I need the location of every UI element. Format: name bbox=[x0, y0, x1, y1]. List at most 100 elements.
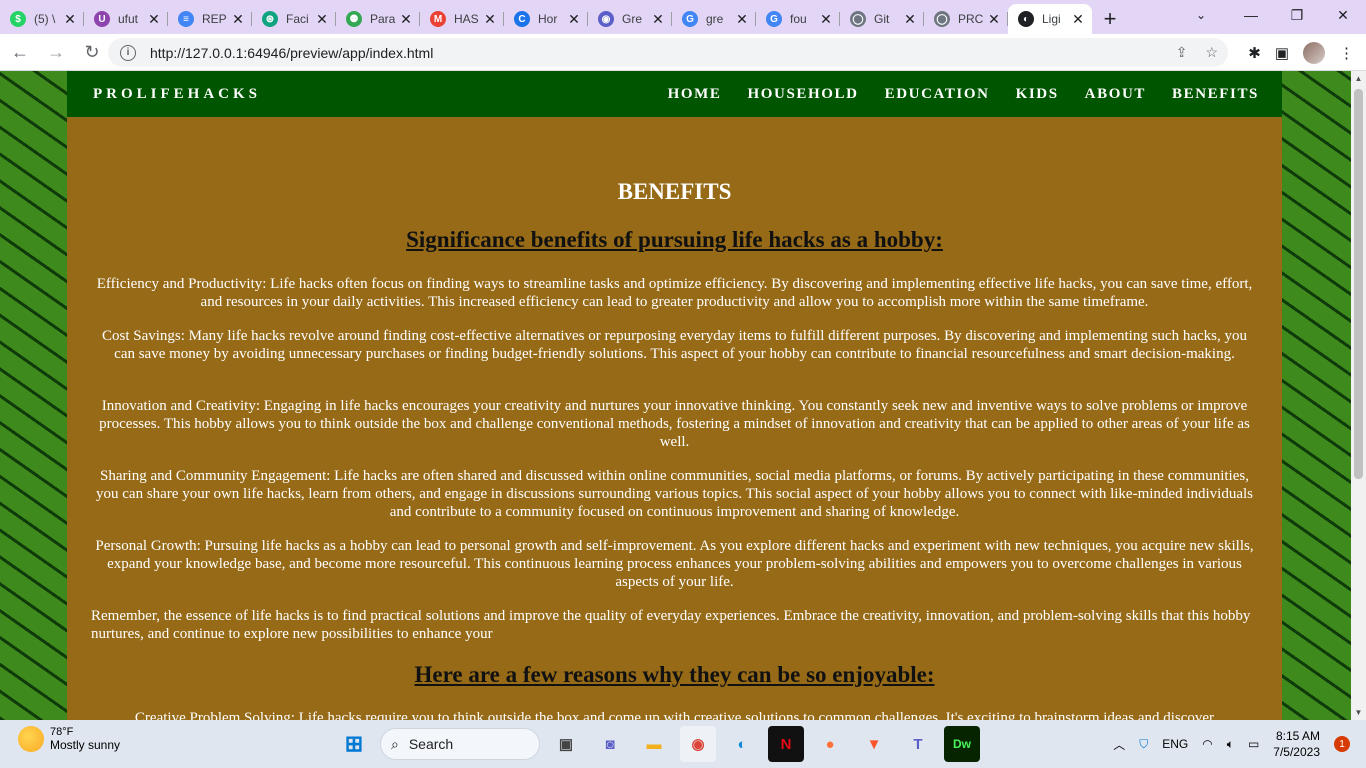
tab-favicon-icon: ◯ bbox=[934, 11, 950, 27]
system-tray: ︿ ⛉ ENG ◠ 🔈︎ ▭ 8:15 AM 7/5/2023 1 bbox=[1113, 720, 1350, 768]
tab-title: Git bbox=[874, 12, 890, 26]
taskbar-apps: ⊞ ⌕ Search ▣ ◙ ▬ ◉ ◐ N ● ▼ T Dw bbox=[336, 726, 980, 762]
paragraph-personal-growth: Personal Growth: Pursuing life hacks as … bbox=[95, 538, 1254, 590]
minimize-icon[interactable]: — bbox=[1228, 0, 1274, 30]
weather-widget[interactable]: 78°F Mostly sunny bbox=[18, 726, 120, 752]
security-shield-icon[interactable]: ⛉ bbox=[1139, 737, 1148, 752]
browser-tab[interactable]: Ggre ✕ bbox=[672, 4, 756, 34]
tab-close-icon[interactable]: ✕ bbox=[482, 11, 498, 28]
tab-close-icon[interactable]: ✕ bbox=[398, 11, 414, 28]
browser-tab[interactable]: ◯ Git ✕ bbox=[840, 4, 924, 34]
tab-favicon-icon: G bbox=[682, 11, 698, 27]
site-brand[interactable]: PROLIFEHACKS bbox=[93, 86, 261, 103]
tab-title: Para bbox=[370, 12, 396, 26]
tab-close-icon[interactable]: ✕ bbox=[986, 11, 1002, 28]
forward-icon[interactable]: → bbox=[40, 36, 72, 68]
tab-title: HAS bbox=[454, 12, 479, 26]
nav-kids[interactable]: KIDS bbox=[1016, 86, 1059, 103]
section-heading-enjoyable: Here are a few reasons why they can be s… bbox=[414, 662, 935, 687]
battery-icon[interactable]: ▭ bbox=[1248, 737, 1259, 751]
nav-benefits[interactable]: BENEFITS bbox=[1172, 86, 1259, 103]
tab-close-icon[interactable]: ✕ bbox=[314, 11, 330, 28]
chat-icon[interactable]: ◙ bbox=[592, 726, 628, 762]
browser-tab[interactable]: ◯ PRC ✕ bbox=[924, 4, 1008, 34]
file-explorer-icon[interactable]: ▬ bbox=[636, 726, 672, 762]
nav-education[interactable]: EDUCATION bbox=[885, 86, 990, 103]
profile-avatar[interactable] bbox=[1303, 41, 1325, 64]
tab-close-icon[interactable]: ✕ bbox=[734, 11, 750, 28]
tab-close-icon[interactable]: ✕ bbox=[902, 11, 918, 28]
browser-tab[interactable]: C Hor ✕ bbox=[504, 4, 588, 34]
close-window-icon[interactable]: ✕ bbox=[1320, 0, 1366, 30]
tab-title: Gre bbox=[622, 12, 643, 26]
page-title: BENEFITS bbox=[617, 179, 732, 204]
browser-tab[interactable]: $ (5) \ ✕ bbox=[0, 4, 84, 34]
url-text[interactable]: http://127.0.0.1:64946/preview/app/index… bbox=[150, 45, 433, 61]
browser-tab[interactable]: Uufut ✕ bbox=[84, 4, 168, 34]
browser-tab[interactable]: Gfou ✕ bbox=[756, 4, 840, 34]
menu-kebab-icon[interactable]: ⋮ bbox=[1339, 44, 1354, 62]
clock[interactable]: 8:15 AM 7/5/2023 bbox=[1273, 728, 1320, 760]
weather-condition: Mostly sunny bbox=[50, 738, 121, 752]
show-hidden-icons-chevron-icon[interactable]: ︿ bbox=[1113, 736, 1125, 753]
scroll-down-icon[interactable]: ▼ bbox=[1351, 705, 1366, 720]
tab-close-icon[interactable]: ✕ bbox=[566, 11, 582, 28]
new-tab-icon[interactable]: + bbox=[1092, 4, 1128, 34]
tab-close-icon[interactable]: ✕ bbox=[62, 11, 78, 28]
tab-close-icon[interactable]: ✕ bbox=[146, 11, 162, 28]
wifi-icon[interactable]: ◠ bbox=[1202, 737, 1212, 751]
bookmark-star-icon[interactable]: ☆ bbox=[1205, 44, 1218, 61]
tab-favicon-icon: $ bbox=[10, 11, 26, 27]
tab-close-icon[interactable]: ✕ bbox=[650, 11, 666, 28]
chrome-icon[interactable]: ◉ bbox=[680, 726, 716, 762]
tab-title: fou bbox=[790, 12, 807, 26]
back-icon[interactable]: ← bbox=[4, 36, 36, 68]
volume-icon[interactable]: 🔈︎ bbox=[1227, 737, 1234, 752]
tab-strip: $ (5) \ ✕ Uufut ✕ ≡ REP ✕ ⊛ Faci ✕ ⚉ Para ✕ M HAS ✕ C Hor ✕… bbox=[0, 0, 1366, 34]
dreamweaver-icon[interactable]: Dw bbox=[944, 726, 980, 762]
share-icon[interactable]: ⇪ bbox=[1176, 44, 1188, 61]
paragraph-cost-savings: Cost Savings: Many life hacks revolve ar… bbox=[101, 328, 1247, 362]
tab-title: Hor bbox=[538, 12, 558, 26]
tab-favicon-icon: ⊛ bbox=[262, 11, 278, 27]
nav-household[interactable]: HOUSEHOLD bbox=[748, 86, 859, 103]
language-indicator[interactable]: ENG bbox=[1162, 737, 1188, 751]
restore-icon[interactable]: ❐ bbox=[1274, 0, 1320, 30]
browser-tab[interactable]: ◉ Gre ✕ bbox=[588, 4, 672, 34]
page-scrollbar[interactable]: ▲ ▼ bbox=[1351, 71, 1366, 720]
taskbar-search[interactable]: ⌕ Search bbox=[380, 728, 540, 760]
browser-tab[interactable]: ≡ REP ✕ bbox=[168, 4, 252, 34]
notification-badge[interactable]: 1 bbox=[1334, 736, 1350, 752]
netflix-icon[interactable]: N bbox=[768, 726, 804, 762]
tab-title: ufut bbox=[118, 12, 139, 26]
teams-icon[interactable]: T bbox=[900, 726, 936, 762]
start-windows-icon[interactable]: ⊞ bbox=[336, 726, 372, 762]
tab-close-icon[interactable]: ✕ bbox=[818, 11, 834, 28]
extensions-icon[interactable]: ✱ bbox=[1248, 44, 1261, 62]
reload-icon[interactable]: ↻ bbox=[76, 36, 108, 68]
side-panel-icon[interactable]: ▣ bbox=[1275, 44, 1289, 62]
brave-icon[interactable]: ▼ bbox=[856, 726, 892, 762]
browser-tab[interactable]: ⊛ Faci ✕ bbox=[252, 4, 336, 34]
tab-search-chevron-icon[interactable]: ⌄ bbox=[1186, 0, 1216, 30]
paragraph-innovation: Innovation and Creativity: Engaging in l… bbox=[99, 398, 1250, 450]
scroll-up-icon[interactable]: ▲ bbox=[1351, 71, 1366, 86]
tab-close-icon[interactable]: ✕ bbox=[230, 11, 246, 28]
tab-favicon-icon: ◉ bbox=[598, 11, 614, 27]
browser-tab[interactable]: M HAS ✕ bbox=[420, 4, 504, 34]
tab-favicon-icon: C bbox=[514, 11, 530, 27]
browser-tab[interactable]: ⚉ Para ✕ bbox=[336, 4, 420, 34]
nav-home[interactable]: HOME bbox=[668, 86, 722, 103]
firefox-icon[interactable]: ● bbox=[812, 726, 848, 762]
address-bar[interactable]: i http://127.0.0.1:64946/preview/app/ind… bbox=[108, 38, 1228, 67]
section-heading-benefits: Significance benefits of pursuing life h… bbox=[406, 227, 943, 252]
browser-tab[interactable]: ◐ Ligi ✕ bbox=[1008, 4, 1092, 34]
task-view-icon[interactable]: ▣ bbox=[548, 726, 584, 762]
nav-about[interactable]: ABOUT bbox=[1085, 86, 1146, 103]
browser-toolbar: ← → ↻ i http://127.0.0.1:64946/preview/a… bbox=[0, 34, 1366, 71]
search-icon: ⌕ bbox=[391, 735, 399, 752]
edge-icon[interactable]: ◐ bbox=[724, 726, 760, 762]
scroll-thumb[interactable] bbox=[1354, 89, 1363, 479]
tab-close-icon[interactable]: ✕ bbox=[1070, 11, 1086, 28]
site-info-icon[interactable]: i bbox=[120, 44, 136, 61]
